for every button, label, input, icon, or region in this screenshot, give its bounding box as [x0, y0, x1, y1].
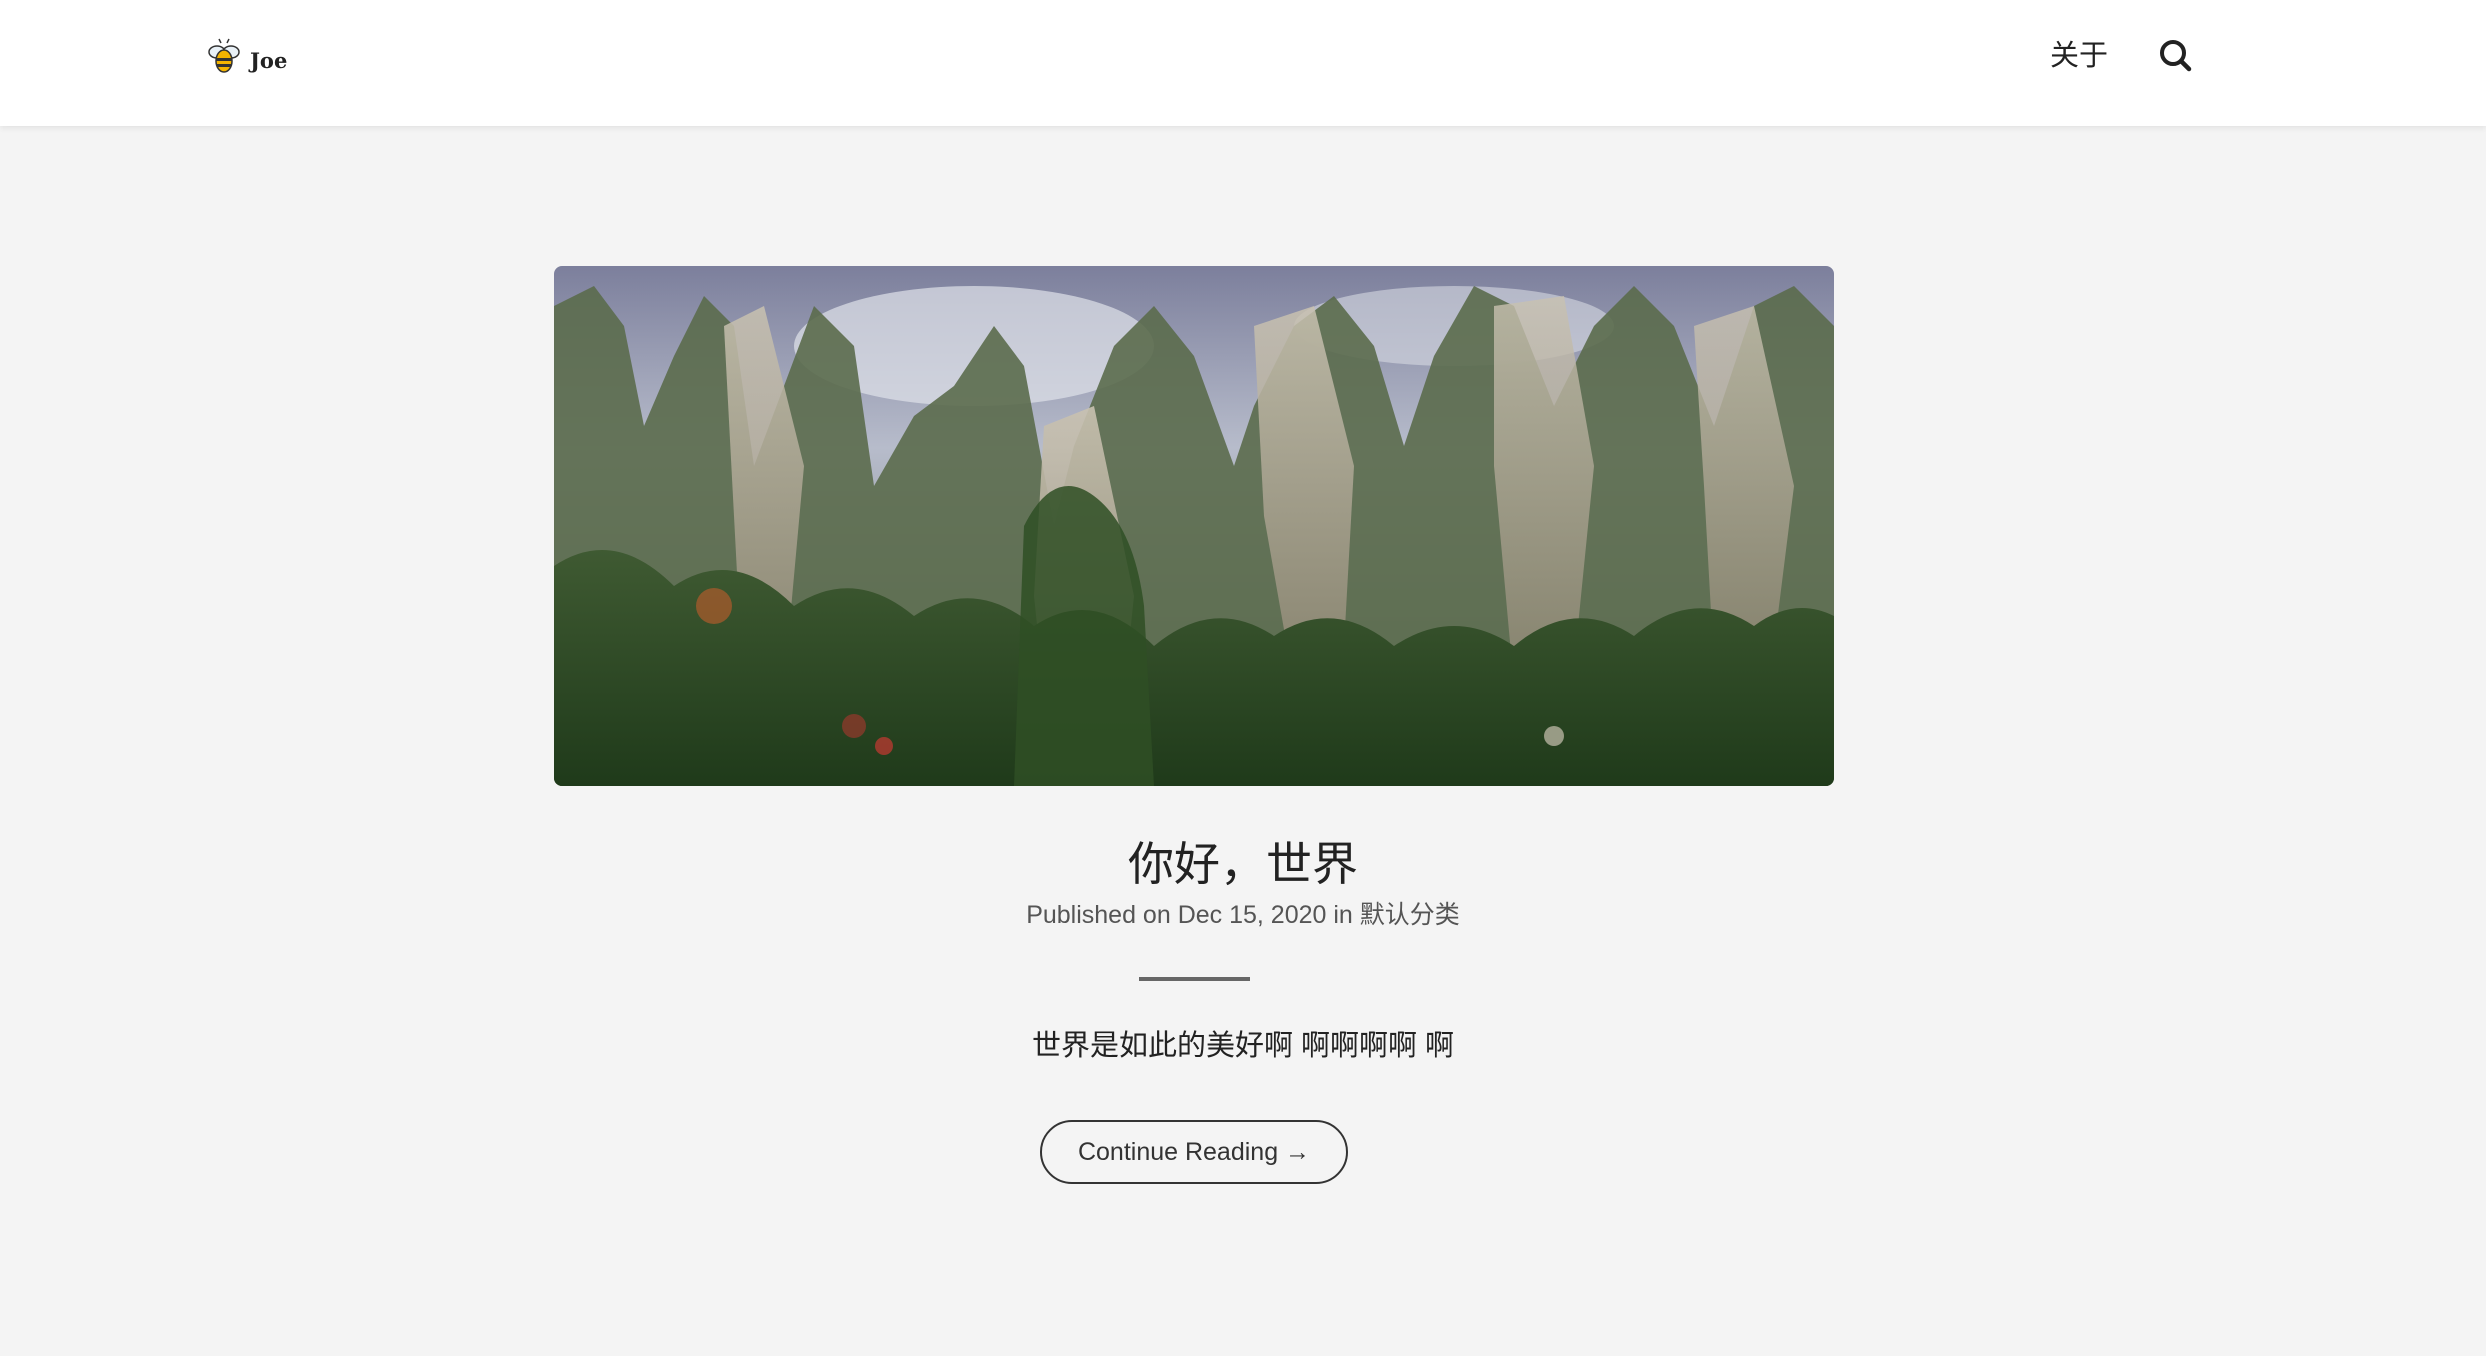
logo-text: Joe: [250, 47, 288, 73]
bee-logo-icon: [208, 38, 240, 73]
mountain-landscape-image: [554, 266, 1834, 786]
post-excerpt: 世界是如此的美好啊 啊啊啊啊 啊: [1031, 1030, 1455, 1062]
post-meta: Published on Dec 15, 2020 in 默认分类: [0, 898, 2486, 932]
published-prefix: Published on: [1026, 901, 1178, 929]
search-button[interactable]: [2156, 36, 2196, 76]
site-header: Joe 关于: [0, 0, 2486, 126]
post-cover-image[interactable]: [554, 266, 1834, 786]
in-word: in: [1326, 901, 1360, 929]
continue-reading-button[interactable]: Continue Reading →: [1040, 1120, 1348, 1184]
post-date: Dec 15, 2020: [1177, 901, 1327, 929]
title-divider: [1139, 977, 1250, 981]
site-logo[interactable]: Joe: [204, 36, 287, 78]
search-icon: [2160, 40, 2192, 72]
nav-about-link[interactable]: 关于: [2050, 36, 2108, 76]
post-title[interactable]: 你好，世界: [0, 834, 2486, 894]
post-category-link[interactable]: 默认分类: [1360, 901, 1460, 929]
